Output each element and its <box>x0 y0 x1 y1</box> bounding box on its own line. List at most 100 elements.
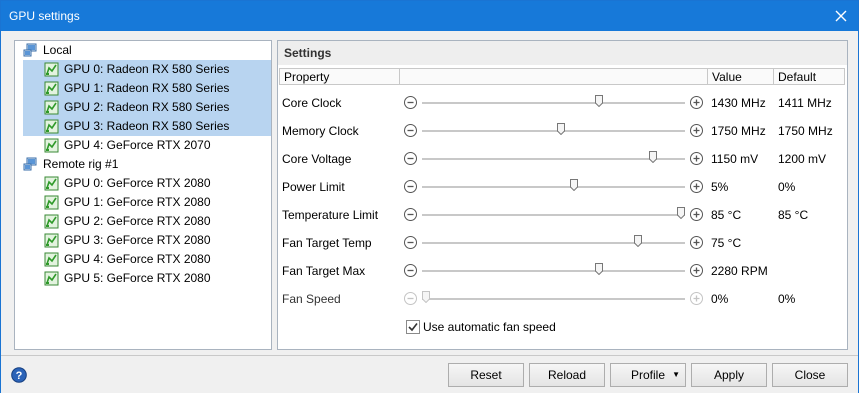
decrease-icon[interactable] <box>404 124 417 137</box>
slider-track <box>422 130 685 132</box>
property-default: 0% <box>778 180 796 194</box>
tree-node-label: GPU 3: Radeon RX 580 Series <box>64 119 230 133</box>
decrease-icon[interactable] <box>404 152 417 165</box>
help-icon[interactable]: ? <box>11 367 27 383</box>
tree-node-label: Local <box>43 43 72 57</box>
increase-icon[interactable] <box>690 264 703 277</box>
tree-group-node[interactable]: Remote rig #1 <box>15 155 271 174</box>
slider-thumb[interactable] <box>649 151 657 163</box>
tree-gpu-node[interactable]: GPU 1: Radeon RX 580 Series <box>23 79 271 98</box>
gpu-card-icon <box>44 138 59 153</box>
gpu-tree[interactable]: Local GPU 0: Radeon RX 580 Series GPU 1: R… <box>14 40 272 350</box>
auto-fan-label[interactable]: Use automatic fan speed <box>423 320 556 334</box>
property-value: 85 °C <box>711 208 742 222</box>
increase-icon[interactable] <box>690 208 703 221</box>
column-header-slider[interactable] <box>399 68 708 85</box>
slider-thumb[interactable] <box>595 263 603 275</box>
property-label: Memory Clock <box>282 124 359 138</box>
property-label: Core Clock <box>282 96 342 110</box>
decrease-icon[interactable] <box>404 264 417 277</box>
gpu-card-icon <box>44 81 59 96</box>
reload-button[interactable]: Reload <box>529 363 605 387</box>
property-value: 1430 MHz <box>711 96 766 110</box>
settings-row: Temperature Limit 85 °C 85 °C <box>278 201 847 229</box>
property-slider[interactable] <box>404 178 703 196</box>
auto-fan-checkbox[interactable] <box>406 320 420 334</box>
decrease-icon[interactable] <box>404 180 417 193</box>
increase-icon[interactable] <box>690 96 703 109</box>
close-button[interactable]: Close <box>772 363 848 387</box>
increase-icon[interactable] <box>690 180 703 193</box>
property-label: Power Limit <box>282 180 345 194</box>
slider-thumb[interactable] <box>557 123 565 135</box>
column-header-property[interactable]: Property <box>279 68 400 85</box>
gpu-card-icon <box>44 252 59 267</box>
property-value: 1150 mV <box>711 152 759 166</box>
gpu-card-icon <box>44 100 59 115</box>
property-label: Temperature Limit <box>282 208 379 222</box>
gpu-card-icon <box>44 214 59 229</box>
increase-icon <box>690 292 703 305</box>
button-bar: ? Reset Reload Profile ▼ Apply Close <box>1 355 858 393</box>
column-header-default[interactable]: Default <box>773 68 845 85</box>
increase-icon[interactable] <box>690 152 703 165</box>
column-header-value[interactable]: Value <box>707 68 774 85</box>
property-value: 0% <box>711 292 729 306</box>
property-value: 5% <box>711 180 729 194</box>
slider-track <box>422 242 685 244</box>
tree-gpu-node[interactable]: GPU 4: GeForce RTX 2070 <box>15 136 271 155</box>
gpu-card-icon <box>44 271 59 286</box>
tree-gpu-node[interactable]: GPU 2: Radeon RX 580 Series <box>23 98 271 117</box>
property-slider[interactable] <box>404 150 703 168</box>
apply-button[interactable]: Apply <box>691 363 767 387</box>
tree-gpu-node[interactable]: GPU 3: GeForce RTX 2080 <box>15 231 271 250</box>
property-label: Core Voltage <box>282 152 352 166</box>
property-slider[interactable] <box>404 262 703 280</box>
property-slider[interactable] <box>404 94 703 112</box>
tree-gpu-node[interactable]: GPU 0: Radeon RX 580 Series <box>23 60 271 79</box>
profile-button[interactable]: Profile ▼ <box>610 363 686 387</box>
settings-header: Settings <box>278 41 847 66</box>
slider-thumb <box>422 291 430 303</box>
decrease-icon[interactable] <box>404 236 417 249</box>
tree-group-node[interactable]: Local <box>15 41 271 60</box>
close-button-label: Close <box>794 368 826 382</box>
slider-thumb[interactable] <box>677 207 685 219</box>
property-default: 85 °C <box>778 208 809 222</box>
property-slider[interactable] <box>404 206 703 224</box>
tree-gpu-node[interactable]: GPU 4: GeForce RTX 2080 <box>15 250 271 269</box>
property-label: Fan Speed <box>282 292 341 306</box>
reset-button[interactable]: Reset <box>448 363 524 387</box>
slider-thumb[interactable] <box>570 179 578 191</box>
property-slider[interactable] <box>404 234 703 252</box>
increase-icon[interactable] <box>690 124 703 137</box>
settings-row: Power Limit 5% 0% <box>278 173 847 201</box>
decrease-icon[interactable] <box>404 208 417 221</box>
tree-gpu-node[interactable]: GPU 3: Radeon RX 580 Series <box>23 117 271 136</box>
window-close-button[interactable] <box>824 1 858 31</box>
slider-thumb[interactable] <box>634 235 642 247</box>
gpu-card-icon <box>44 176 59 191</box>
settings-row: Fan Target Temp 75 °C <box>278 229 847 257</box>
property-value: 75 °C <box>711 236 742 250</box>
settings-title: Settings <box>284 46 332 60</box>
property-label: Fan Target Max <box>282 264 366 278</box>
tree-node-label: Remote rig #1 <box>43 157 119 171</box>
slider-thumb[interactable] <box>595 95 603 107</box>
decrease-icon <box>404 292 417 305</box>
slider-track <box>422 298 685 300</box>
tree-gpu-node[interactable]: GPU 2: GeForce RTX 2080 <box>15 212 271 231</box>
decrease-icon[interactable] <box>404 96 417 109</box>
property-slider[interactable] <box>404 122 703 140</box>
increase-icon[interactable] <box>690 236 703 249</box>
slider-track <box>422 158 685 160</box>
tree-node-label: GPU 4: GeForce RTX 2070 <box>64 138 211 152</box>
tree-gpu-node[interactable]: GPU 5: GeForce RTX 2080 <box>15 269 271 288</box>
apply-button-label: Apply <box>713 368 745 382</box>
computer-network-icon <box>23 157 37 171</box>
tree-node-label: GPU 1: Radeon RX 580 Series <box>64 81 230 95</box>
property-value: 1750 MHz <box>711 124 766 138</box>
settings-row: Core Voltage 1150 mV 1200 mV <box>278 145 847 173</box>
tree-gpu-node[interactable]: GPU 0: GeForce RTX 2080 <box>15 174 271 193</box>
tree-gpu-node[interactable]: GPU 1: GeForce RTX 2080 <box>15 193 271 212</box>
